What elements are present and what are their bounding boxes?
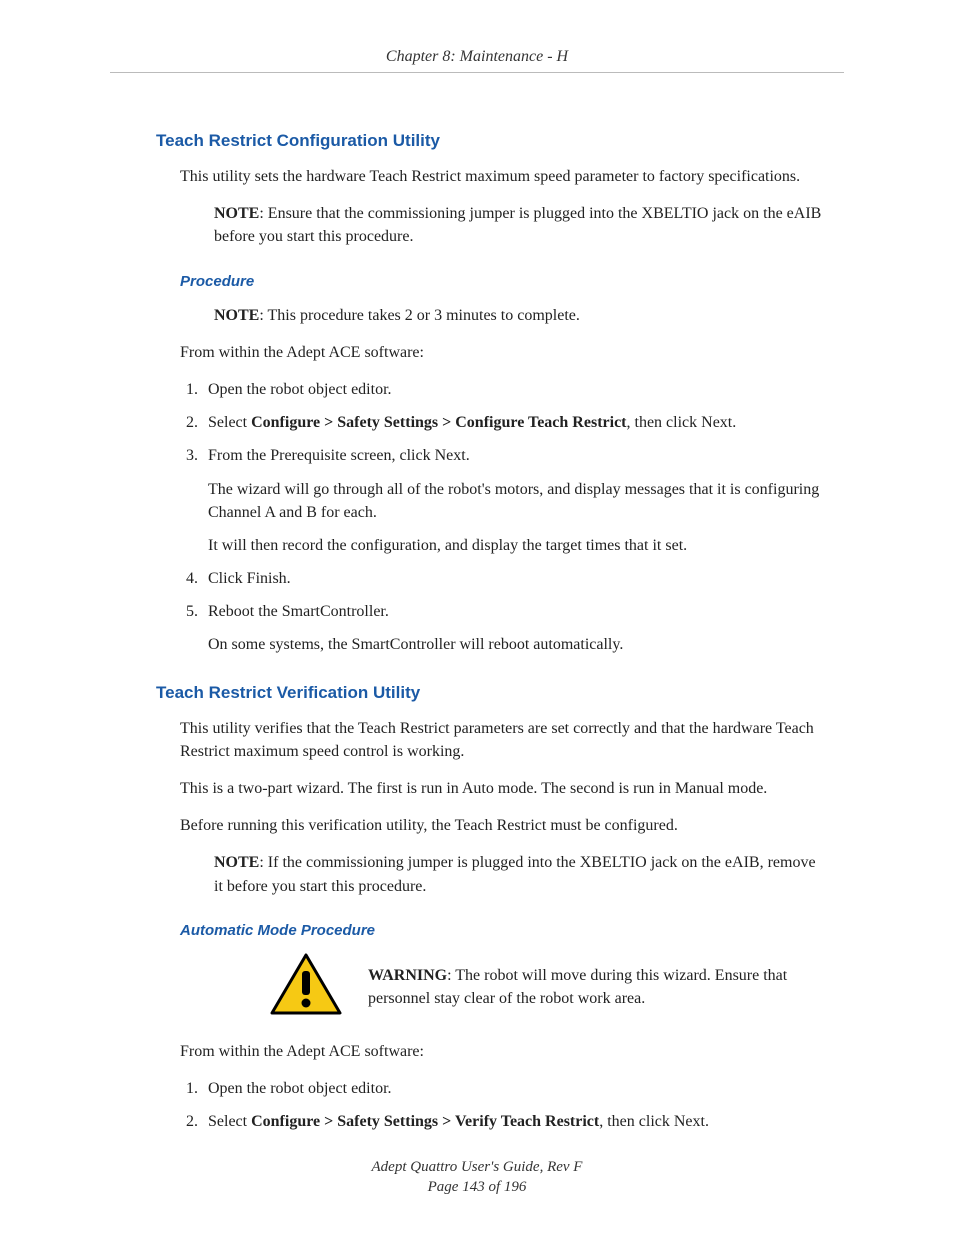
procedure-heading: Procedure [180, 273, 844, 290]
config-intro: This utility sets the hardware Teach Res… [180, 165, 834, 188]
warning-row: WARNING: The robot will move during this… [270, 953, 834, 1022]
step-text: Reboot the SmartController. [208, 603, 389, 620]
note-label: NOTE [214, 854, 259, 871]
note-text: NOTE: This procedure takes 2 or 3 minute… [214, 304, 824, 327]
step-text-post: , then click Next. [627, 414, 737, 431]
step-text: Open the robot object editor. [208, 381, 392, 398]
page-footer: Adept Quattro User's Guide, Rev F Page 1… [0, 1157, 954, 1198]
warning-icon [270, 953, 342, 1022]
step-sub-text: The wizard will go through all of the ro… [208, 478, 834, 524]
config-body: This utility sets the hardware Teach Res… [180, 165, 834, 249]
chapter-header: Chapter 8: Maintenance - H [110, 48, 844, 72]
list-item: From the Prerequisite screen, click Next… [202, 444, 834, 557]
note-body: : If the commissioning jumper is plugged… [214, 854, 816, 894]
list-item: Open the robot object editor. [202, 1077, 834, 1100]
step-text: From the Prerequisite screen, click Next… [208, 447, 470, 464]
verify-p2: This is a two-part wizard. The first is … [180, 777, 834, 800]
note-body: : This procedure takes 2 or 3 minutes to… [259, 307, 580, 324]
verify-lead-in: From within the Adept ACE software: [180, 1040, 834, 1063]
note-text: NOTE: If the commissioning jumper is plu… [214, 851, 824, 897]
list-item: Click Finish. [202, 567, 834, 590]
verify-note: NOTE: If the commissioning jumper is plu… [214, 851, 824, 897]
step-text: Click Finish. [208, 570, 291, 587]
footer-page: Page 143 of 196 [0, 1177, 954, 1197]
list-item: Reboot the SmartController. On some syst… [202, 600, 834, 656]
warning-text: WARNING: The robot will move during this… [368, 964, 834, 1010]
verify-p1: This utility verifies that the Teach Res… [180, 717, 834, 763]
verify-steps: Open the robot object editor. Select Con… [202, 1077, 834, 1133]
warning-label: WARNING [368, 967, 447, 984]
step-text-bold: Configure > Safety Settings > Configure … [251, 414, 626, 431]
verify-p3: Before running this verification utility… [180, 814, 834, 837]
verify-body: This utility verifies that the Teach Res… [180, 717, 834, 898]
config-note-2: NOTE: This procedure takes 2 or 3 minute… [214, 304, 824, 327]
footer-guide: Adept Quattro User's Guide, Rev F [0, 1157, 954, 1177]
config-note-1: NOTE: Ensure that the commissioning jump… [214, 202, 824, 248]
list-item: Select Configure > Safety Settings > Con… [202, 411, 834, 434]
auto-mode-heading: Automatic Mode Procedure [180, 922, 844, 939]
step-sub-text: On some systems, the SmartController wil… [208, 633, 834, 656]
list-item: Open the robot object editor. [202, 378, 834, 401]
note-label: NOTE [214, 307, 259, 324]
document-page: Chapter 8: Maintenance - H Teach Restric… [0, 0, 954, 1235]
procedure-body: NOTE: This procedure takes 2 or 3 minute… [180, 304, 834, 364]
config-steps: Open the robot object editor. Select Con… [202, 378, 834, 657]
section-title-config: Teach Restrict Configuration Utility [156, 131, 844, 151]
step-text-pre: Select [208, 414, 251, 431]
note-text: NOTE: Ensure that the commissioning jump… [214, 202, 824, 248]
step-text-post: , then click Next. [599, 1113, 709, 1130]
verify-lead-block: From within the Adept ACE software: [180, 1040, 834, 1063]
step-text-bold: Configure > Safety Settings > Verify Tea… [251, 1113, 599, 1130]
note-label: NOTE [214, 205, 259, 222]
header-rule [110, 72, 844, 73]
step-text: Open the robot object editor. [208, 1080, 392, 1097]
step-sub-text: It will then record the configuration, a… [208, 534, 834, 557]
config-lead-in: From within the Adept ACE software: [180, 341, 834, 364]
note-body: : Ensure that the commissioning jumper i… [214, 205, 821, 245]
step-text-pre: Select [208, 1113, 251, 1130]
section-title-verify: Teach Restrict Verification Utility [156, 683, 844, 703]
list-item: Select Configure > Safety Settings > Ver… [202, 1110, 834, 1133]
